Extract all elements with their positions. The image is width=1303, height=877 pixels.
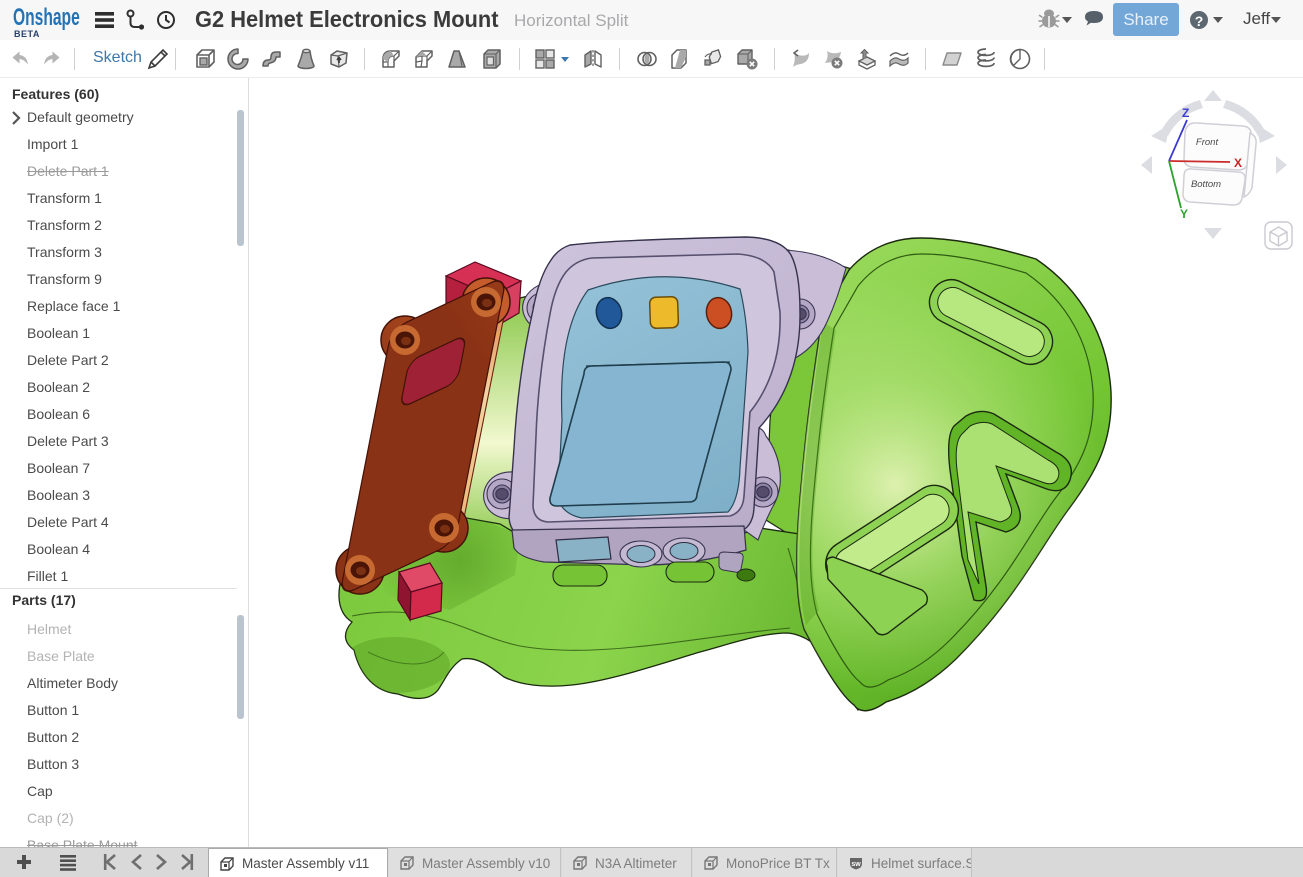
svg-text:Front: Front — [1196, 137, 1219, 148]
svg-text:Y: Y — [1180, 207, 1188, 221]
svg-text:X: X — [1234, 156, 1242, 170]
svg-text:Bottom: Bottom — [1191, 179, 1221, 190]
svg-text:?: ? — [1195, 13, 1204, 29]
svg-text:Z: Z — [1182, 106, 1189, 120]
svg-text:sw: sw — [851, 861, 861, 868]
